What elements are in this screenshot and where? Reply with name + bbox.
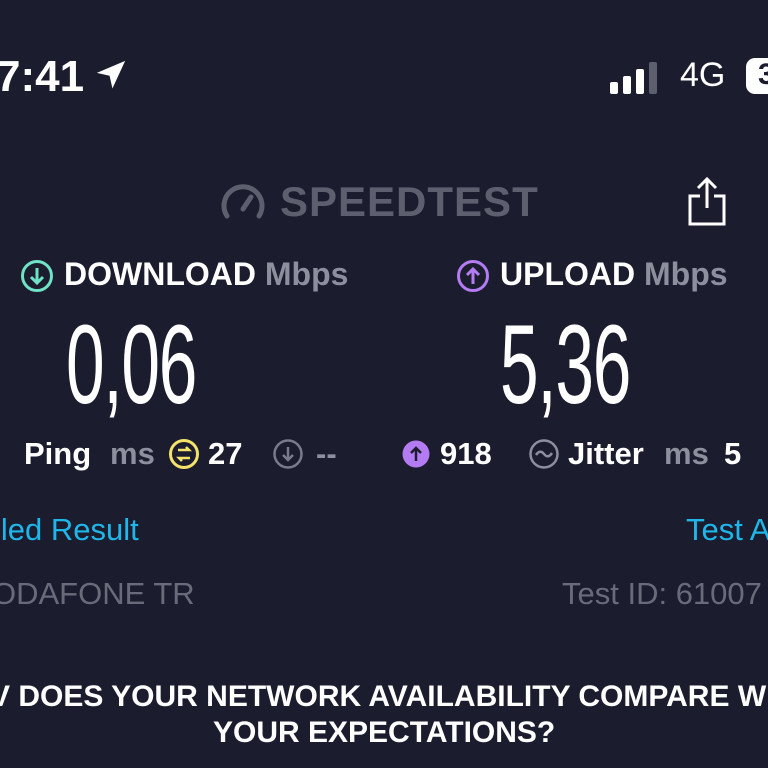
upload-ping-icon [402,440,430,468]
idle-ping-icon [169,439,199,469]
upload-speed-value: 5,36 [500,302,631,427]
download-heading: DOWNLOAD Mbps [64,256,348,293]
survey-question-line1: V DOES YOUR NETWORK AVAILABILITY COMPARE… [0,680,767,713]
test-id: Test ID: 61007 [562,576,762,611]
network-type: 4G [680,56,726,94]
download-ping-icon [273,439,303,469]
share-icon[interactable] [686,176,728,226]
jitter-value: 5 [724,436,742,471]
ping-unit: ms [110,436,155,471]
download-speed-value: 0,06 [66,302,197,427]
download-label: DOWNLOAD [64,256,256,292]
speedtest-logo: SPEEDTEST [280,178,539,225]
jitter-label: Jitter [568,436,644,471]
idle-ping-value: 27 [208,436,243,471]
jitter-wave-icon [529,439,559,469]
survey-question-line2: YOUR EXPECTATIONS? [213,716,556,749]
test-again-link[interactable]: Test A [686,512,768,548]
upload-unit: Mbps [644,256,728,292]
status-time: 7:41 [0,52,85,101]
jitter-unit: ms [664,436,709,471]
upload-heading: UPLOAD Mbps [500,256,728,293]
speedometer-icon [221,184,265,219]
download-arrow-icon [21,260,53,292]
detailed-result-link[interactable]: iled Result [0,512,139,548]
carrier-name: ODAFONE TR [0,576,195,611]
location-arrow-icon [96,60,126,89]
upload-arrow-icon [457,260,489,292]
upload-ping-value: 918 [440,436,492,471]
download-unit: Mbps [264,256,349,292]
ping-label: Ping [24,436,92,471]
download-ping-value: -- [316,436,337,471]
cellular-signal-icon [610,62,657,94]
upload-label: UPLOAD [500,256,636,292]
battery-level: 3 [758,58,768,91]
